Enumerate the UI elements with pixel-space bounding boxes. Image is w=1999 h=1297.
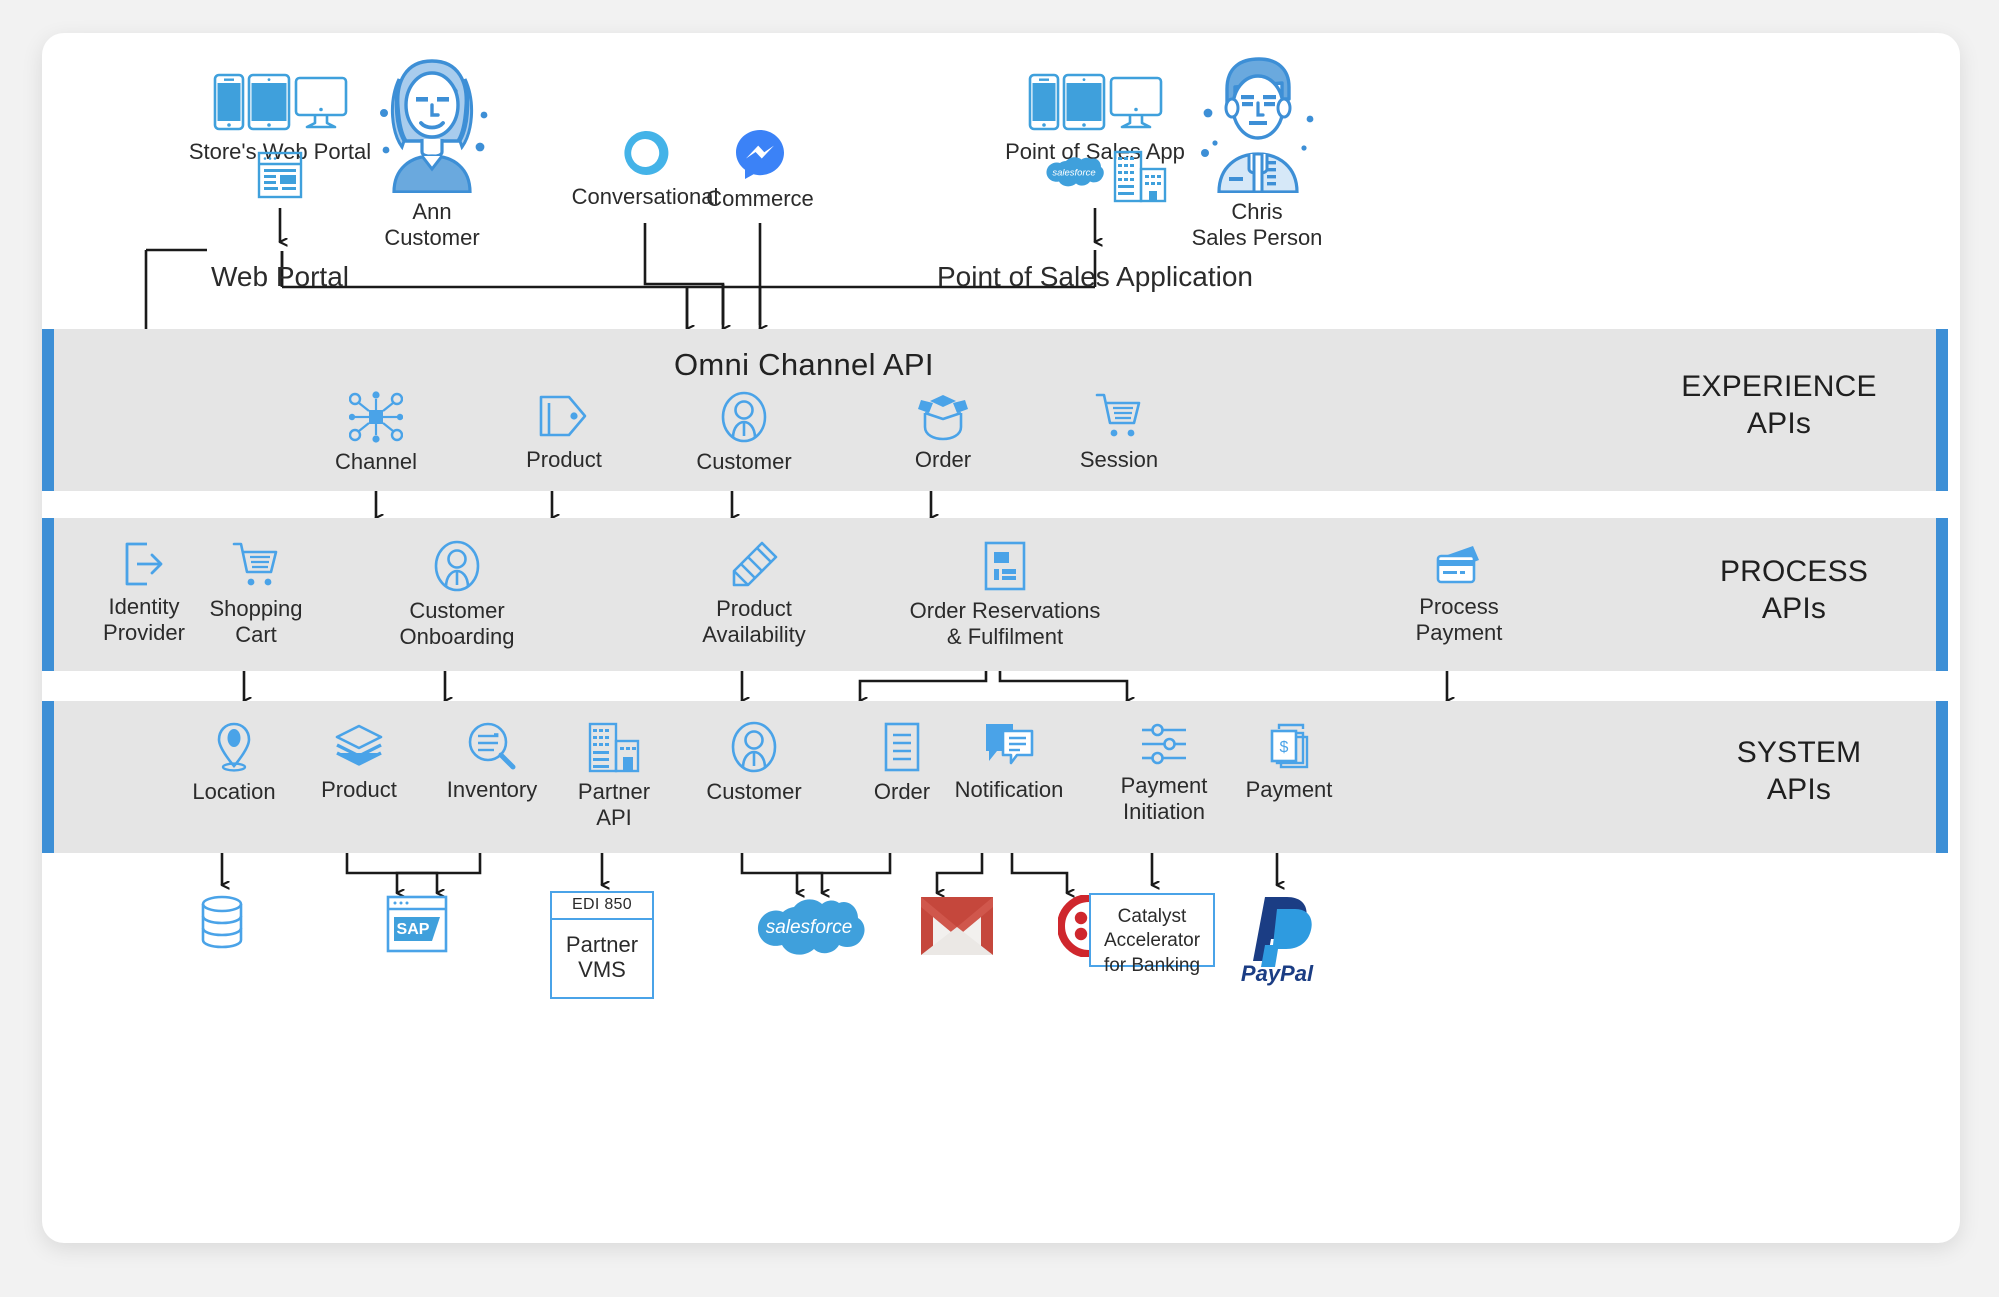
experience-order-label: Order: [858, 447, 1028, 473]
persona-ann-customer: Ann Customer: [297, 53, 567, 251]
process-api-band: PROCESS APIs Identity Provider: [54, 518, 1936, 671]
female-avatar-icon: [297, 53, 567, 193]
web-portal-flow-label: Web Portal: [211, 261, 349, 293]
credit-card-icon: [1369, 540, 1549, 588]
partner-vms-label: Partner VMS: [552, 920, 652, 997]
customer-person-icon: [352, 540, 562, 592]
paypal-icon: PayPal: [1212, 893, 1342, 971]
process-node-customer-onboarding[interactable]: Customer Onboarding: [352, 540, 562, 650]
experience-apis-title: EXPERIENCE APIs: [1644, 369, 1914, 442]
database-icon: [167, 895, 277, 949]
process-node-process-payment[interactable]: Process Payment: [1369, 540, 1549, 646]
process-product-availability-label: Product Availability: [654, 596, 854, 648]
experience-product-label: Product: [479, 447, 649, 473]
customer-person-icon: [669, 721, 839, 773]
partner-vms-edi-label: EDI 850: [552, 893, 652, 920]
svg-text:salesforce: salesforce: [1052, 168, 1095, 179]
salesforce-cloud-icon: salesforce: [739, 895, 879, 977]
order-box-icon: [858, 391, 1028, 441]
system-apis-title: SYSTEM APIs: [1684, 735, 1914, 808]
system-node-partner-api[interactable]: Partner API: [539, 721, 689, 831]
system-band-accent-left: [42, 701, 54, 853]
experience-session-label: Session: [1034, 447, 1204, 473]
system-band-accent-right: [1936, 701, 1948, 853]
process-apis-title: PROCESS APIs: [1674, 554, 1914, 627]
customer-person-icon: [649, 391, 839, 443]
experience-node-product[interactable]: Product: [479, 391, 649, 473]
backend-paypal[interactable]: PayPal PayPal: [1212, 893, 1342, 987]
male-avatar-icon: [1112, 53, 1402, 193]
svg-text:salesforce: salesforce: [766, 917, 853, 938]
svg-text:$: $: [1280, 739, 1289, 756]
process-node-order-reservations[interactable]: Order Reservations & Fulfilment: [865, 540, 1145, 650]
process-shopping-cart-label: Shopping Cart: [176, 596, 336, 648]
backend-database[interactable]: [167, 895, 277, 955]
money-stack-icon: $: [1209, 721, 1369, 771]
commerce-channel: Commerce: [665, 128, 855, 212]
backend-sap[interactable]: SAP: [362, 895, 472, 959]
process-node-product-availability[interactable]: Product Availability: [654, 540, 854, 648]
facebook-messenger-icon: [665, 128, 855, 180]
process-node-shopping-cart[interactable]: Shopping Cart: [176, 540, 336, 648]
system-node-customer[interactable]: Customer: [669, 721, 839, 805]
commerce-label: Commerce: [665, 186, 855, 212]
process-band-accent-left: [42, 518, 54, 671]
shopping-cart-icon: [176, 540, 336, 590]
experience-node-order[interactable]: Order: [858, 391, 1028, 473]
system-api-band: SYSTEM APIs Location: [54, 701, 1936, 853]
diagram-card: Store's Web Portal Web Port: [42, 33, 1960, 1243]
experience-api-band: Omni Channel API EXPERIENCE APIs: [54, 329, 1936, 491]
product-tag-icon: [479, 391, 649, 441]
gmail-icon: [897, 895, 1017, 957]
process-process-payment-label: Process Payment: [1369, 594, 1549, 646]
experience-node-customer[interactable]: Customer: [649, 391, 839, 475]
experience-customer-label: Customer: [649, 449, 839, 475]
experience-node-channel[interactable]: Channel: [291, 391, 461, 475]
diagram-root: Store's Web Portal Web Port: [0, 0, 1999, 1297]
pencil-ruler-icon: [654, 540, 854, 590]
salesforce-cloud-icon: salesforce: [1042, 155, 1106, 197]
process-customer-onboarding-label: Customer Onboarding: [352, 598, 562, 650]
experience-band-accent-left: [42, 329, 54, 491]
sap-window-icon: SAP: [362, 895, 472, 953]
persona-chris-label: Chris Sales Person: [1112, 199, 1402, 251]
backend-gmail[interactable]: [897, 895, 1017, 963]
process-order-reservations-label: Order Reservations & Fulfilment: [865, 598, 1145, 650]
session-cart-icon: [1034, 391, 1204, 441]
backend-partner-vms[interactable]: EDI 850 Partner VMS: [550, 891, 654, 999]
document-layout-icon: [865, 540, 1145, 592]
system-node-payment[interactable]: $ Payment: [1209, 721, 1369, 803]
channel-network-icon: [291, 391, 461, 443]
svg-text:SAP: SAP: [397, 921, 430, 938]
pos-salesforce: salesforce: [1042, 155, 1106, 203]
system-partner-api-label: Partner API: [539, 779, 689, 831]
backend-catalyst-accelerator[interactable]: Catalyst Accelerator for Banking: [1089, 893, 1215, 967]
experience-channel-label: Channel: [291, 449, 461, 475]
experience-band-accent-right: [1936, 329, 1948, 491]
persona-ann-label: Ann Customer: [297, 199, 567, 251]
process-band-accent-right: [1936, 518, 1948, 671]
omni-channel-api-heading: Omni Channel API: [674, 347, 934, 383]
experience-node-session[interactable]: Session: [1034, 391, 1204, 473]
system-customer-label: Customer: [669, 779, 839, 805]
backend-salesforce[interactable]: salesforce: [739, 895, 879, 983]
system-payment-label: Payment: [1209, 777, 1369, 803]
pos-application-flow-label: Point of Sales Application: [937, 261, 1253, 293]
office-building-icon: [539, 721, 689, 773]
persona-chris-sales: Chris Sales Person: [1112, 53, 1402, 251]
